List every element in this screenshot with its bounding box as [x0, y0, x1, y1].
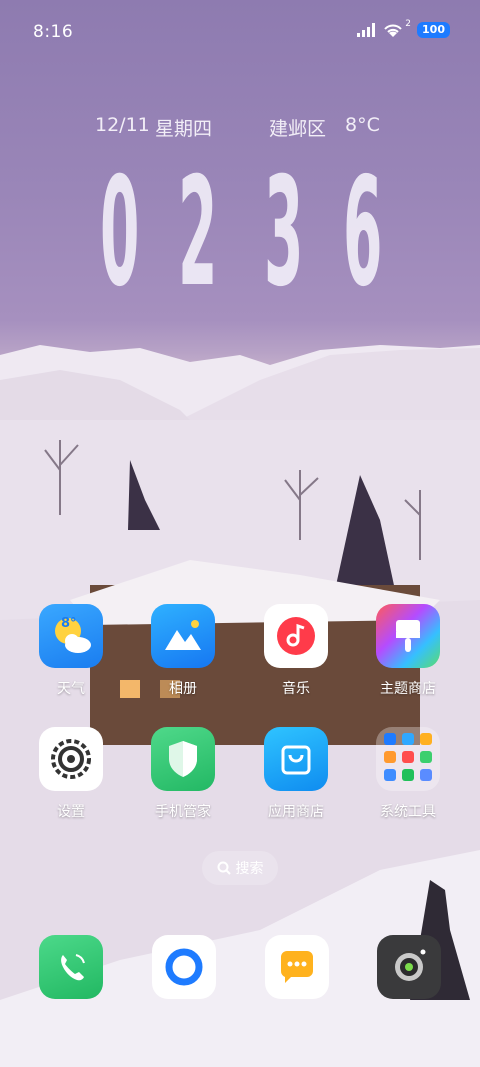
app-label: 系统工具 — [380, 804, 436, 820]
security-shield-icon — [151, 727, 215, 791]
app-label: 手机管家 — [155, 804, 211, 820]
lockscreen-info: 12/11 星期四 建邺区 8°C — [0, 114, 480, 140]
weather-icon: 8° — [39, 604, 103, 668]
location-text: 建邺区 — [269, 118, 327, 140]
signal-icon — [357, 23, 376, 37]
signal-superscript: 2 — [405, 19, 412, 29]
clock-digit: 6 — [343, 146, 383, 320]
phone-icon[interactable] — [39, 935, 103, 999]
settings-icon — [39, 727, 103, 791]
date-text: 12/11 — [95, 114, 150, 136]
app-label: 相册 — [169, 681, 197, 697]
messages-icon[interactable] — [265, 935, 329, 999]
app-theme-store[interactable]: 主题商店 — [360, 604, 456, 714]
app-gallery[interactable]: 相册 — [135, 604, 231, 714]
temperature-text: 8°C — [345, 114, 380, 136]
music-icon — [264, 604, 328, 668]
weather-icon-temp: 8° — [61, 616, 77, 631]
battery-badge: 100 — [417, 22, 450, 38]
app-settings[interactable]: 设置 — [23, 727, 119, 837]
app-weather[interactable]: 8° 天气 — [23, 604, 119, 714]
app-security[interactable]: 手机管家 — [135, 727, 231, 837]
app-label: 主题商店 — [380, 681, 436, 697]
gallery-icon — [151, 604, 215, 668]
app-store-icon — [264, 727, 328, 791]
wifi-icon — [384, 24, 403, 37]
app-music[interactable]: 音乐 — [248, 604, 344, 714]
camera-icon[interactable] — [377, 935, 441, 999]
status-icons: 2 100 — [357, 19, 450, 38]
search-label: 搜索 — [235, 861, 264, 877]
status-bar: 8:16 2 100 — [0, 0, 480, 66]
status-time: 8:16 — [33, 22, 74, 42]
browser-icon[interactable] — [152, 935, 216, 999]
clock-digit: 2 — [178, 146, 218, 320]
app-label: 应用商店 — [268, 804, 324, 820]
app-folder-system-tools[interactable]: 系统工具 — [360, 727, 456, 837]
folder-icon — [376, 727, 440, 791]
search-button[interactable]: 搜索 — [202, 851, 278, 885]
clock-digit: 0 — [100, 146, 140, 320]
search-icon — [217, 861, 231, 875]
app-app-store[interactable]: 应用商店 — [248, 727, 344, 837]
theme-store-icon — [376, 604, 440, 668]
app-label: 天气 — [57, 681, 85, 697]
weekday-text: 星期四 — [155, 118, 213, 140]
app-label: 设置 — [57, 804, 85, 820]
clock-digit: 3 — [264, 146, 304, 320]
clock-widget[interactable]: 0 2 3 6 — [0, 148, 480, 318]
app-label: 音乐 — [282, 681, 310, 697]
